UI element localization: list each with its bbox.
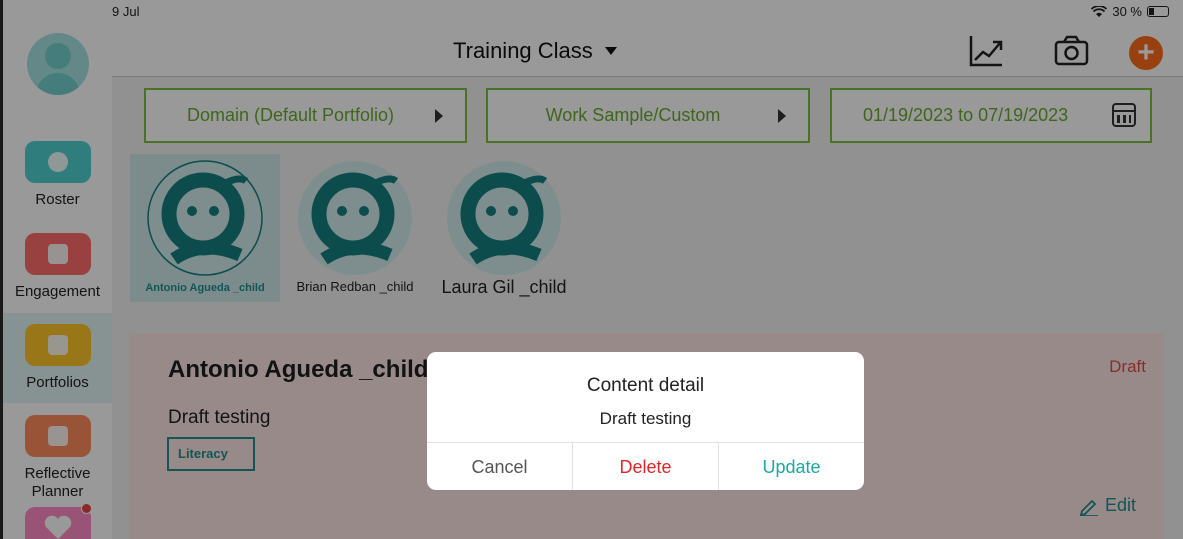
dialog-actions: Cancel Delete Update [427,442,864,490]
cancel-button[interactable]: Cancel [427,443,573,490]
delete-button[interactable]: Delete [573,443,719,490]
content-detail-dialog: Content detail Draft testing Cancel Dele… [427,352,864,490]
dialog-title: Content detail [586,375,705,396]
dialog-message: Draft testing [599,409,692,428]
update-button[interactable]: Update [719,443,864,490]
